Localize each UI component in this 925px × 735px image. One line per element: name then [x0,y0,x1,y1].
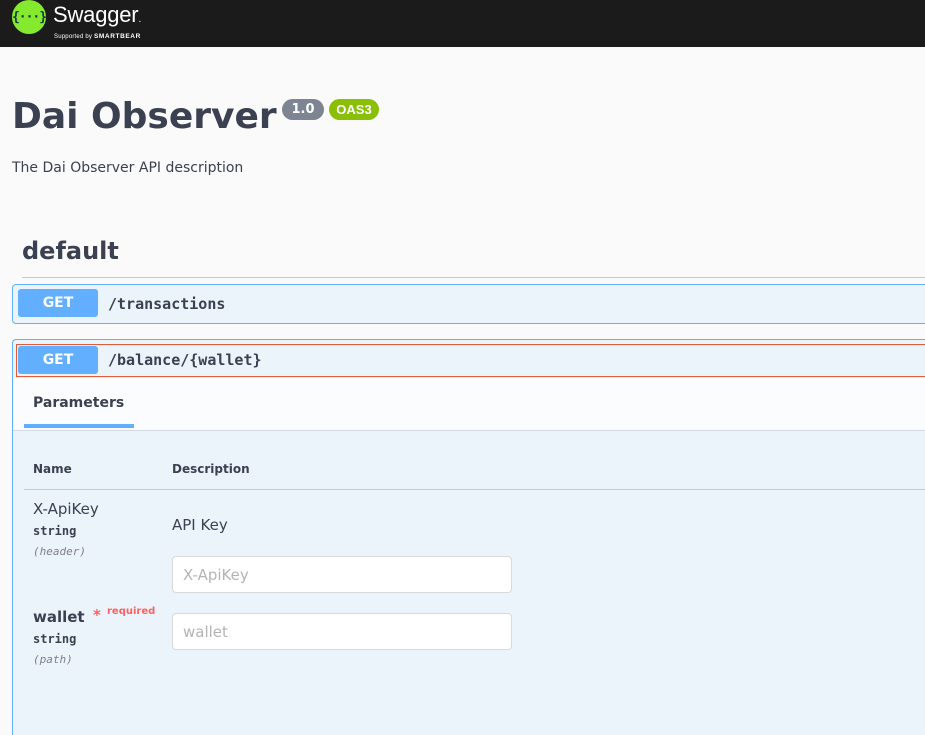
page-title: Dai Observer [12,96,277,137]
tag-divider [22,277,925,278]
swagger-logo-icon: {···} [12,0,47,34]
brand-name: Swagger. [53,2,142,27]
parameters-header: Parameters [13,378,925,431]
column-header-description: Description [172,462,250,476]
param-type: string [33,632,77,646]
operation-summary[interactable]: GET /balance/{wallet} [16,344,925,377]
tab-active-indicator [24,424,134,428]
operation-path: /transactions [108,295,226,313]
swagger-logo[interactable]: {···} Swagger. Supported by SMARTBEAR [12,0,141,40]
param-type: string [33,524,77,538]
x-apikey-input[interactable] [172,556,512,593]
param-location: (header) [33,545,86,558]
column-divider [24,489,925,490]
operation-get-balance: GET /balance/{wallet} Parameters Name De… [12,339,925,735]
method-badge: GET [18,289,98,317]
param-name: X-ApiKey [33,500,99,518]
param-location: (path) [33,653,73,666]
column-header-name: Name [33,462,72,476]
oas-badge: OAS3 [329,99,379,120]
param-name: wallet [33,608,85,626]
tab-parameters[interactable]: Parameters [33,395,124,411]
logo-text: Swagger. Supported by SMARTBEAR [53,0,141,41]
wallet-input[interactable] [172,613,512,650]
topbar: {···} Swagger. Supported by SMARTBEAR [0,0,925,47]
operation-path: /balance/{wallet} [108,351,262,369]
version-badge: 1.0 [282,99,324,120]
param-description: API Key [172,516,228,534]
method-badge: GET [18,346,98,374]
api-description: The Dai Observer API description [12,160,244,176]
tag-default[interactable]: default [22,234,119,268]
required-label: required [107,606,156,617]
brand-subtitle: Supported by SMARTBEAR [54,33,141,40]
required-star: * [93,606,101,624]
operation-get-transactions[interactable]: GET /transactions [12,284,925,324]
